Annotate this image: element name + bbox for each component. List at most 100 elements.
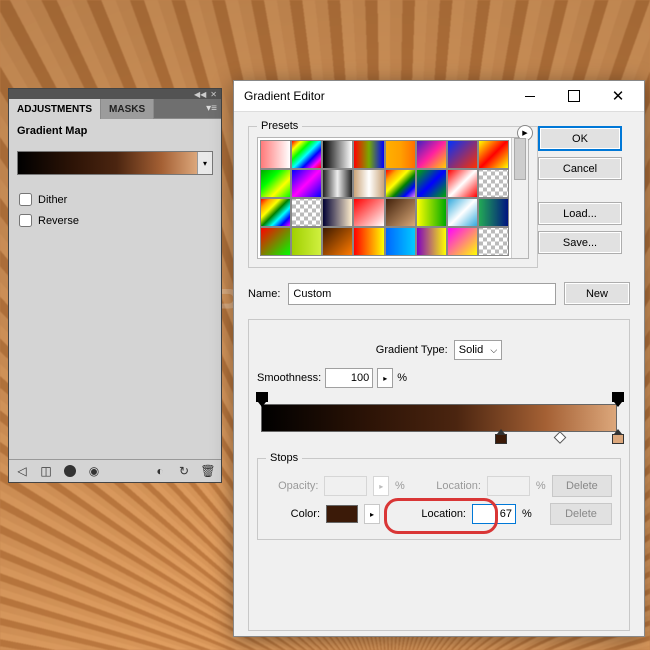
- preset-swatch[interactable]: [322, 169, 353, 198]
- opacity-label: Opacity:: [266, 480, 318, 492]
- preset-swatch[interactable]: [322, 227, 353, 256]
- preset-swatch[interactable]: [385, 169, 416, 198]
- color-stop-1[interactable]: [495, 434, 505, 446]
- name-input[interactable]: [288, 283, 556, 305]
- trash-icon[interactable]: 🗑: [201, 464, 215, 478]
- opacity-stop-left[interactable]: [256, 392, 266, 404]
- ok-button[interactable]: OK: [538, 126, 622, 151]
- prev-icon[interactable]: ◐: [153, 464, 167, 478]
- arrow-icon[interactable]: ◁: [15, 464, 29, 478]
- opacity-delete-button: Delete: [552, 475, 612, 497]
- reset-icon[interactable]: ↻: [177, 464, 191, 478]
- gradient-type-fieldset: Gradient Type: Solid Smoothness: ▸ % Sto…: [248, 319, 630, 631]
- preset-swatch[interactable]: [447, 140, 478, 169]
- midpoint-diamond[interactable]: [554, 431, 567, 444]
- preset-swatch[interactable]: [416, 169, 447, 198]
- color-delete-button[interactable]: Delete: [550, 503, 612, 525]
- preset-swatch[interactable]: [447, 227, 478, 256]
- preset-swatch[interactable]: [416, 227, 447, 256]
- preset-swatch[interactable]: [260, 227, 291, 256]
- smoothness-input[interactable]: [325, 368, 373, 388]
- panel-tabs: ADJUSTMENTS MASKS ▾≡: [9, 99, 221, 119]
- eye-icon[interactable]: ◉: [87, 464, 101, 478]
- name-label: Name:: [248, 288, 280, 300]
- color-location-pct: %: [522, 508, 532, 520]
- preset-swatch[interactable]: [416, 198, 447, 227]
- opacity-dd-icon: ▸: [373, 476, 389, 496]
- opacity-location-label: Location:: [430, 480, 481, 492]
- preset-swatch[interactable]: [260, 198, 291, 227]
- preset-swatch[interactable]: [260, 169, 291, 198]
- preset-swatch[interactable]: [478, 227, 509, 256]
- scrollbar-thumb[interactable]: [514, 138, 526, 180]
- dither-input[interactable]: [19, 193, 32, 206]
- presets-legend: Presets: [257, 120, 302, 132]
- preset-swatch[interactable]: [385, 140, 416, 169]
- opacity-location-pct: %: [536, 480, 546, 492]
- preset-swatch[interactable]: [478, 198, 509, 227]
- color-dd-icon[interactable]: ▸: [364, 504, 380, 524]
- maximize-button[interactable]: [552, 82, 596, 110]
- panel-menu[interactable]: ▾≡: [154, 99, 221, 119]
- preset-swatches: [258, 138, 511, 258]
- presets-scrollbar[interactable]: [511, 138, 528, 258]
- preset-swatch[interactable]: [478, 140, 509, 169]
- tab-masks[interactable]: MASKS: [101, 99, 154, 119]
- gradient-preview: [18, 152, 197, 174]
- save-button[interactable]: Save...: [538, 231, 622, 254]
- gradient-bar[interactable]: [261, 404, 617, 432]
- color-location-input[interactable]: [472, 504, 516, 524]
- panel-body-spacer: [9, 231, 221, 459]
- preset-swatch[interactable]: [322, 198, 353, 227]
- layers-icon[interactable]: ◫: [39, 464, 53, 478]
- preset-swatch[interactable]: [291, 198, 322, 227]
- smoothness-dropdown-icon[interactable]: ▸: [377, 368, 393, 388]
- circle-fill-icon[interactable]: [63, 464, 77, 478]
- preset-swatch[interactable]: [291, 169, 322, 198]
- minimize-button[interactable]: [508, 82, 552, 110]
- dither-checkbox[interactable]: Dither: [9, 189, 221, 210]
- dialog-body: Presets ▶ OK Cancel Load... Save... Name…: [234, 112, 644, 637]
- opacity-input: [324, 476, 367, 496]
- close-button[interactable]: ✕: [596, 82, 640, 110]
- gradient-map-picker[interactable]: ▾: [17, 151, 213, 175]
- gradient-dropdown-icon[interactable]: ▾: [197, 152, 212, 174]
- reverse-label: Reverse: [38, 215, 79, 227]
- reverse-input[interactable]: [19, 214, 32, 227]
- preset-swatch[interactable]: [291, 227, 322, 256]
- close-icon[interactable]: ✕: [210, 90, 217, 99]
- cancel-button[interactable]: Cancel: [538, 157, 622, 180]
- color-stop-2[interactable]: [612, 434, 622, 446]
- gradient-strip[interactable]: [261, 404, 617, 432]
- gradient-type-label: Gradient Type:: [376, 344, 448, 356]
- preset-swatch[interactable]: [291, 140, 322, 169]
- adjustments-panel: ◀◀ ✕ ADJUSTMENTS MASKS ▾≡ Gradient Map ▾…: [8, 88, 222, 483]
- preset-swatch[interactable]: [447, 198, 478, 227]
- reverse-checkbox[interactable]: Reverse: [9, 210, 221, 231]
- preset-swatch[interactable]: [353, 169, 384, 198]
- preset-swatch[interactable]: [385, 227, 416, 256]
- preset-swatch[interactable]: [353, 227, 384, 256]
- panel-header[interactable]: ◀◀ ✕: [9, 89, 221, 99]
- smoothness-label: Smoothness:: [257, 372, 321, 384]
- titlebar[interactable]: Gradient Editor ✕: [234, 81, 644, 112]
- stops-legend: Stops: [266, 452, 302, 464]
- preset-swatch[interactable]: [416, 140, 447, 169]
- color-swatch[interactable]: [326, 505, 358, 523]
- tab-adjustments[interactable]: ADJUSTMENTS: [9, 99, 101, 119]
- preset-swatch[interactable]: [385, 198, 416, 227]
- preset-swatch[interactable]: [353, 198, 384, 227]
- new-button[interactable]: New: [564, 282, 630, 305]
- preset-swatch[interactable]: [447, 169, 478, 198]
- panel-subtitle: Gradient Map: [9, 119, 221, 147]
- preset-swatch[interactable]: [478, 169, 509, 198]
- preset-swatch[interactable]: [260, 140, 291, 169]
- gradient-type-select[interactable]: Solid: [454, 340, 502, 360]
- preset-swatch[interactable]: [322, 140, 353, 169]
- opacity-stop-right[interactable]: [612, 392, 622, 404]
- smoothness-pct: %: [397, 372, 407, 384]
- collapse-icon[interactable]: ◀◀: [194, 90, 206, 99]
- gradient-editor-dialog: Gradient Editor ✕ Presets ▶ OK Cancel: [233, 80, 645, 637]
- preset-swatch[interactable]: [353, 140, 384, 169]
- load-button[interactable]: Load...: [538, 202, 622, 225]
